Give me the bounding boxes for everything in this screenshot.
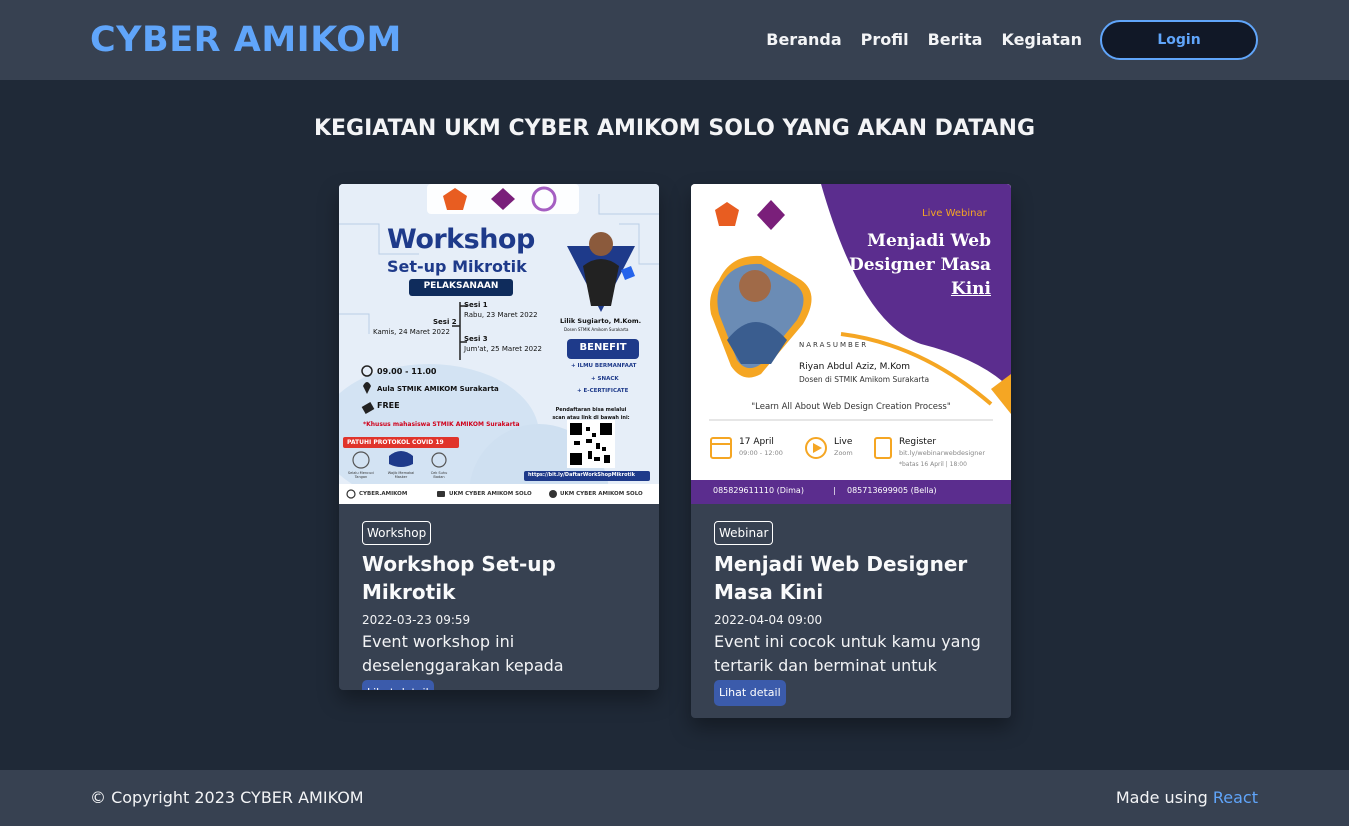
poster-platform: Zoom: [834, 449, 853, 457]
poster-label: Live Webinar: [922, 208, 987, 219]
poster-session-1-label: Sesi 1: [464, 301, 488, 309]
card-date: 2022-04-04 09:00: [714, 613, 823, 627]
poster-narasumber: NARASUMBER: [799, 341, 869, 349]
poster-date: 17 April: [739, 437, 774, 447]
copyright-text: © Copyright 2023 CYBER AMIKOM: [90, 788, 364, 807]
category-tag: Webinar: [714, 521, 774, 545]
nav-link-kegiatan[interactable]: Kegiatan: [1001, 28, 1082, 52]
poster-protocol-item-2: Wajib Memakai Masker: [387, 471, 415, 479]
brand-logo[interactable]: CYBER AMIKOM: [90, 20, 402, 60]
poster-benefit-1: + ILMU BERMANFAAT: [571, 363, 637, 369]
view-detail-button[interactable]: Lihat detail: [714, 680, 786, 706]
poster-benefit-title: BENEFIT: [579, 342, 627, 353]
poster-mode: Live: [834, 437, 853, 447]
react-link[interactable]: React: [1213, 788, 1258, 807]
poster-heading-line-2: Designer Masa: [849, 255, 991, 275]
navbar: CYBER AMIKOM Beranda Profil Berita Kegia…: [0, 0, 1349, 80]
poster-session-2-label: Sesi 2: [433, 318, 457, 326]
made-using-text: Made using React: [1116, 787, 1258, 809]
card-title: Workshop Set-up Mikrotik: [362, 552, 556, 604]
footer: © Copyright 2023 CYBER AMIKOM Made using…: [0, 770, 1349, 826]
login-button[interactable]: Login: [1100, 20, 1258, 60]
made-using-label: Made using: [1115, 788, 1208, 807]
poster-speaker: Riyan Abdul Aziz, M.Kom: [799, 362, 910, 372]
event-card-workshop: Workshop Set-up Mikrotik PELAKSANAAN Ses…: [339, 184, 659, 690]
event-poster-webinar[interactable]: Live Webinar Menjadi Web Designer Masa K…: [691, 184, 1011, 504]
poster-time: 09:00 - 12:00: [739, 449, 783, 457]
poster-speaker: Lilik Sugiarto, M.Kom.: [560, 317, 642, 325]
poster-note: *Khusus mahasiswa STMIK AMIKOM Surakarta: [363, 421, 520, 428]
poster-subheading: Set-up Mikrotik: [387, 257, 527, 276]
poster-footer-youtube: UKM CYBER AMIKOM SOLO: [449, 491, 532, 497]
nav-links: Beranda Profil Berita Kegiatan: [766, 28, 1082, 52]
event-card-webinar: Live Webinar Menjadi Web Designer Masa K…: [691, 184, 1011, 718]
poster-heading-line-3: Kini: [950, 279, 991, 299]
card-date: 2022-03-23 09:59: [362, 613, 471, 627]
view-detail-button[interactable]: Lihat detail: [362, 680, 434, 690]
card-body: Webinar Menjadi Web Designer Masa Kini 2…: [691, 504, 1011, 706]
poster-speaker-role: Dosen STMIK Amikom Surakarta: [564, 327, 629, 332]
poster-speaker-role: Dosen di STMIK Amikom Surakarta: [799, 375, 930, 384]
poster-place: Aula STMIK AMIKOM Surakarta: [377, 385, 499, 393]
poster-register-deadline: *batas 16 April | 18:00: [899, 461, 967, 468]
card-title: Menjadi Web Designer Masa Kini: [714, 552, 968, 604]
poster-banner: PELAKSANAAN: [423, 281, 499, 291]
poster-link: https://bit.ly/DaftarWorkShopMikrotik: [528, 472, 635, 478]
nav-link-profil[interactable]: Profil: [861, 28, 909, 52]
nav-link-berita[interactable]: Berita: [928, 28, 983, 52]
poster-contact-1: 085829611110 (Dima): [713, 486, 804, 495]
poster-heading-line-1: Menjadi Web: [867, 231, 991, 251]
poster-benefit-3: + E-CERTIFICATE: [577, 388, 629, 394]
poster-register: Register: [899, 437, 937, 447]
poster-register-link: bit.ly/webinarwebdesigner: [899, 449, 986, 457]
poster-footer-github: UKM CYBER AMIKOM SOLO: [560, 491, 643, 497]
poster-contact-separator: |: [833, 486, 836, 495]
poster-heading: Workshop: [387, 224, 535, 255]
poster-session-2-date: Kamis, 24 Maret 2022: [373, 328, 450, 336]
poster-quote: "Learn All About Web Design Creation Pro…: [751, 402, 951, 412]
poster-session-1-date: Rabu, 23 Maret 2022: [464, 311, 538, 319]
card-description: Event workshop ini deselenggarakan kepad…: [362, 632, 564, 675]
poster-protocol-item-1: Selalu Mencuci Tangan: [347, 471, 375, 479]
poster-price: FREE: [377, 401, 400, 410]
page-title: KEGIATAN UKM CYBER AMIKOM SOLO YANG AKAN…: [313, 116, 1036, 141]
poster-contact-2: 085713699905 (Bella): [847, 486, 937, 495]
card-description: Event ini cocok untuk kamu yang tertarik…: [714, 632, 981, 675]
poster-footer-instagram: CYBER.AMIKOM: [359, 491, 408, 497]
poster-protocol-item-3: Cek Suhu Badan: [430, 471, 448, 479]
poster-session-3-label: Sesi 3: [464, 335, 488, 343]
poster-time: 09.00 - 11.00: [377, 367, 437, 376]
event-poster-workshop[interactable]: Workshop Set-up Mikrotik PELAKSANAAN Ses…: [339, 184, 659, 504]
nav-link-beranda[interactable]: Beranda: [766, 28, 841, 52]
card-body: Workshop Workshop Set-up Mikrotik 2022-0…: [339, 504, 659, 690]
category-tag: Workshop: [362, 521, 432, 545]
poster-benefit-2: + SNACK: [591, 376, 619, 382]
poster-protocol: PATUHI PROTOKOL COVID 19: [347, 439, 444, 446]
poster-register-note: Pendaftaran bisa melalui scan atau link …: [552, 407, 630, 421]
poster-session-3-date: Jum'at, 25 Maret 2022: [464, 345, 543, 353]
